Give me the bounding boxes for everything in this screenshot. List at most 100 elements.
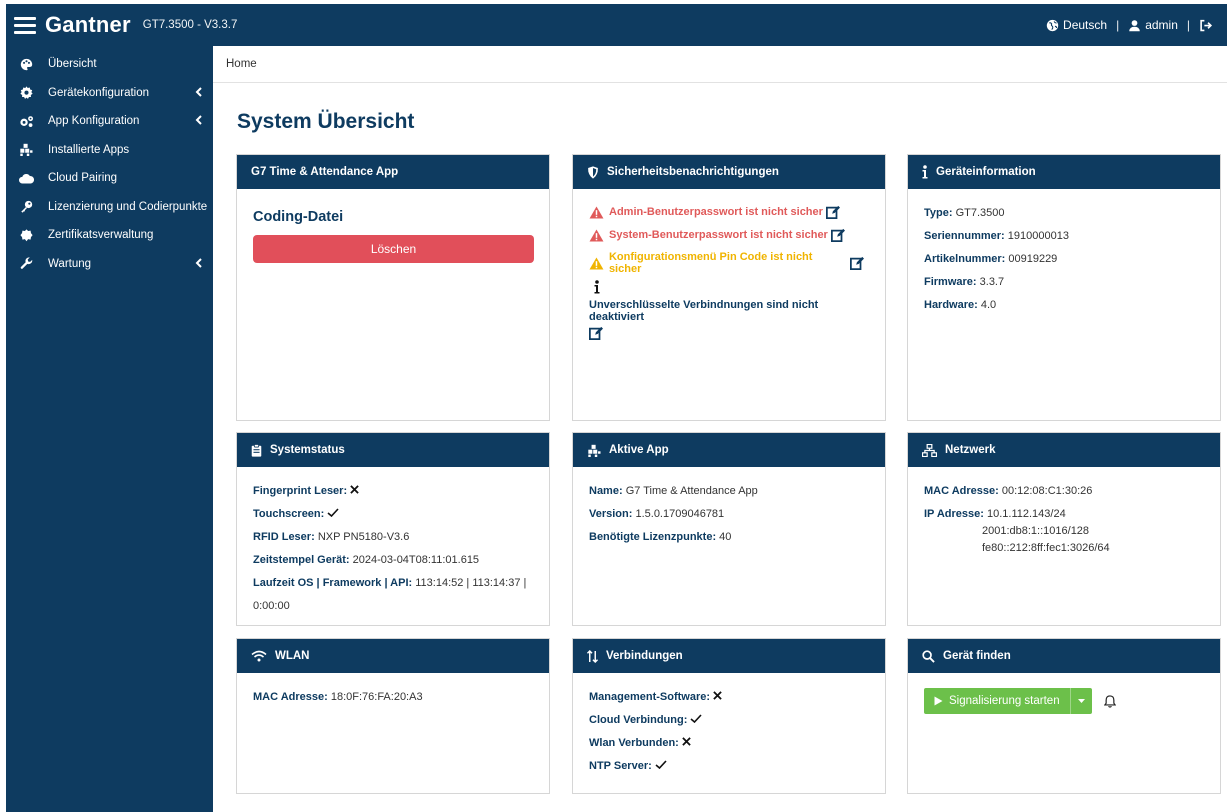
device-row: Artikelnummer: 00919229 [924, 253, 1058, 265]
cross-icon [713, 691, 722, 703]
sort-arrows-icon [587, 649, 598, 663]
edit-icon[interactable] [830, 228, 850, 242]
card-title: G7 Time & Attendance App [251, 166, 399, 178]
start-signal-button[interactable]: Signalisierung starten [924, 688, 1092, 714]
card-body: MAC Adresse: 18:0F:76:FA:20:A3 [237, 673, 549, 727]
wrench-icon [18, 257, 34, 271]
card-title: Systemstatus [270, 444, 345, 456]
status-row: Fingerprint Leser: [253, 484, 533, 498]
signal-button-main[interactable]: Signalisierung starten [924, 688, 1070, 714]
card-title: WLAN [275, 650, 310, 662]
coding-file-title: Coding-Datei [253, 209, 344, 225]
card-header: WLAN [237, 639, 549, 673]
card-body: Coding-Datei Löschen [237, 189, 549, 277]
device-row: Type: GT7.3500 [924, 207, 1005, 219]
sidebar-item-uebersicht[interactable]: Übersicht [6, 50, 213, 79]
dropdown-caret-icon[interactable] [1069, 688, 1092, 714]
sidebar-item-cloud-pairing[interactable]: Cloud Pairing [6, 164, 213, 193]
device-row: Hardware: 4.0 [924, 299, 997, 311]
search-icon [922, 649, 935, 663]
certificate-icon [18, 228, 34, 242]
status-row: Laufzeit OS | Framework | API: 113:14:52… [253, 577, 527, 589]
sidebar-item-installierte-apps[interactable]: Installierte Apps [6, 136, 213, 165]
delete-button[interactable]: Löschen [253, 235, 534, 263]
menu-toggle-icon[interactable] [14, 16, 36, 34]
edit-icon[interactable] [825, 205, 845, 219]
apps-icon [18, 143, 34, 157]
bell-icon[interactable] [1103, 694, 1116, 708]
top-right-controls: Deutsch | admin | [1046, 4, 1217, 46]
sidebar-item-label: Installierte Apps [48, 143, 130, 156]
card-body: MAC Adresse: 00:12:08:C1:30:26 IP Adress… [908, 467, 1220, 578]
wifi-icon [251, 650, 267, 662]
card-body: Admin-Benutzerpasswort ist nicht sicher … [573, 189, 885, 357]
apps-icon [587, 444, 601, 457]
security-warning: System-Benutzerpasswort ist nicht sicher [589, 228, 869, 242]
card-title: Geräteinformation [936, 166, 1036, 178]
top-bar: Gantner GT7.3500 - V3.3.7 Deutsch | admi… [6, 4, 1227, 46]
status-row: RFID Leser: NXP PN5180-V3.6 [253, 531, 410, 543]
sidebar-item-zertifikatsverwaltung[interactable]: Zertifikatsverwaltung [6, 221, 213, 250]
breadcrumb: Home [213, 46, 1227, 83]
connection-row: NTP Server: [589, 759, 869, 773]
language-selector[interactable]: Deutsch [1063, 18, 1107, 32]
info-icon [594, 280, 869, 297]
divider: | [1186, 18, 1190, 32]
card-header: Aktive App [573, 433, 885, 467]
info-text: Unverschlüsselte Verbindnungen sind nich… [589, 299, 819, 323]
warning-icon [589, 205, 604, 219]
cloud-icon [18, 171, 34, 185]
palette-icon [18, 57, 34, 71]
security-warning: Konfigurationsmenü Pin Code ist nicht si… [589, 251, 869, 275]
key-icon [18, 200, 34, 214]
find-device-card: Gerät finden Signalisierung starten [907, 638, 1221, 794]
sidebar: Übersicht Gerätekonfiguration App Konfig… [6, 46, 213, 812]
card-header: Netzwerk [908, 433, 1220, 467]
app-row: Version: 1.5.0.1709046781 [589, 508, 725, 520]
connections-card: Verbindungen Management-Software: Cloud … [572, 638, 886, 794]
sidebar-item-lizenzierung[interactable]: Lizenzierung und Codierpunkte [6, 193, 213, 222]
edit-icon[interactable] [850, 256, 869, 270]
status-row: Touchscreen: [253, 507, 533, 521]
card-header: Gerät finden [908, 639, 1220, 673]
security-warning: Admin-Benutzerpasswort ist nicht sicher [589, 205, 869, 219]
card-body: Signalisierung starten [908, 673, 1220, 728]
user-icon [1128, 19, 1141, 32]
logout-icon[interactable] [1199, 19, 1213, 32]
network-card: Netzwerk MAC Adresse: 00:12:08:C1:30:26 … [907, 432, 1221, 626]
app-row: Benötigte Lizenzpunkte: 40 [589, 531, 732, 543]
sidebar-item-wartung[interactable]: Wartung [6, 250, 213, 279]
card-title: Netzwerk [945, 444, 996, 456]
warning-text: Admin-Benutzerpasswort ist nicht sicher [609, 206, 823, 218]
chevron-left-icon [195, 115, 203, 128]
edit-icon[interactable] [589, 326, 603, 340]
gear-icon [18, 86, 34, 100]
info-icon [922, 165, 928, 179]
system-status-card: Systemstatus Fingerprint Leser: Touchscr… [236, 432, 550, 626]
app-window: Gantner GT7.3500 - V3.3.7 Deutsch | admi… [6, 4, 1227, 812]
sidebar-item-app-konfiguration[interactable]: App Konfiguration [6, 107, 213, 136]
globe-icon [1046, 19, 1059, 32]
card-title: Gerät finden [943, 650, 1011, 662]
sidebar-item-label: Übersicht [48, 58, 97, 71]
page-title: System Übersicht [237, 110, 415, 133]
status-row: Zeitstempel Gerät: 2024-03-04T08:11:01.6… [253, 554, 480, 566]
gears-icon [18, 114, 34, 128]
check-icon [327, 508, 339, 520]
cross-icon [682, 737, 691, 749]
card-title: Aktive App [609, 444, 669, 456]
card-header: Verbindungen [573, 639, 885, 673]
wlan-card: WLAN MAC Adresse: 18:0F:76:FA:20:A3 [236, 638, 550, 794]
user-menu[interactable]: admin [1145, 18, 1178, 32]
sidebar-item-label: App Konfiguration [48, 115, 140, 128]
ip-line: 2001:db8:1::1016/128 [982, 525, 1090, 537]
card-body: Fingerprint Leser: Touchscreen: RFID Les… [237, 467, 549, 636]
warning-text: Konfigurationsmenü Pin Code ist nicht si… [608, 251, 813, 275]
check-icon [690, 714, 703, 726]
shield-icon [587, 165, 599, 179]
breadcrumb-home[interactable]: Home [226, 58, 257, 70]
sidebar-item-geraetekonfiguration[interactable]: Gerätekonfiguration [6, 79, 213, 108]
card-body: Name: G7 Time & Attendance App Version: … [573, 467, 885, 567]
card-header: Systemstatus [237, 433, 549, 467]
sidebar-item-label: Gerätekonfiguration [48, 86, 150, 99]
